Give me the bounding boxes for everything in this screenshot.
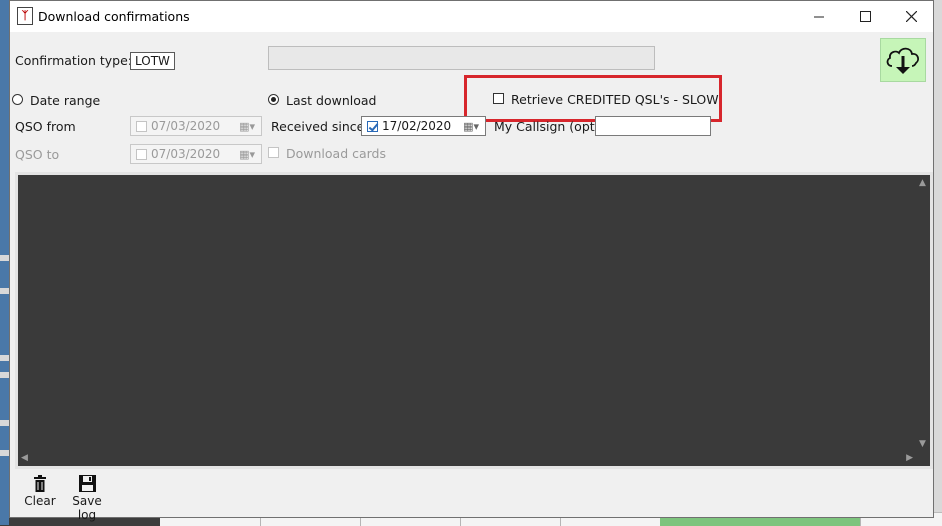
retrieve-credited-label: Retrieve CREDITED QSL's - SLOW bbox=[511, 92, 719, 107]
scroll-up-arrow-icon[interactable]: ▲ bbox=[919, 178, 926, 188]
floppy-disk-icon bbox=[78, 475, 96, 492]
close-button[interactable] bbox=[888, 1, 934, 32]
retrieve-credited-checkbox[interactable] bbox=[493, 93, 504, 104]
download-cards-checkbox[interactable] bbox=[268, 147, 279, 158]
last-download-label: Last download bbox=[286, 93, 377, 108]
log-output-area[interactable]: ▲ ▼ ◀ ▶ bbox=[15, 172, 933, 469]
qso-to-date-picker[interactable]: 07/03/2020 ▦▾ bbox=[130, 144, 262, 164]
date-range-radio[interactable] bbox=[12, 94, 23, 105]
download-cards-label: Download cards bbox=[286, 146, 387, 161]
qso-to-checkbox[interactable] bbox=[136, 149, 147, 160]
window-title: Download confirmations bbox=[38, 9, 190, 24]
confirmation-status-field bbox=[268, 46, 655, 70]
scroll-down-arrow-icon[interactable]: ▼ bbox=[919, 439, 926, 449]
close-icon bbox=[905, 10, 917, 23]
received-since-checkbox[interactable] bbox=[367, 121, 378, 132]
clear-label: Clear bbox=[24, 494, 56, 508]
received-since-date-picker[interactable]: 17/02/2020 ▦▾ bbox=[361, 116, 486, 136]
clear-button[interactable]: Clear bbox=[23, 475, 57, 508]
trash-icon bbox=[34, 475, 46, 492]
horizontal-scrollbar[interactable]: ◀ ▶ bbox=[18, 452, 916, 466]
date-range-label: Date range bbox=[30, 93, 101, 108]
bottom-toolbar: Clear Save log bbox=[15, 471, 933, 522]
confirmation-type-value[interactable]: LOTW bbox=[130, 52, 175, 70]
calendar-icon[interactable]: ▦▾ bbox=[239, 148, 255, 161]
received-since-value: 17/02/2020 bbox=[382, 119, 452, 133]
confirmation-type-label: Confirmation type: bbox=[15, 53, 132, 68]
qso-to-label: QSO to bbox=[15, 147, 60, 162]
title-bar[interactable]: ᛉ Download confirmations bbox=[10, 1, 933, 32]
cloud-download-icon bbox=[886, 47, 919, 74]
save-log-button[interactable]: Save log bbox=[63, 475, 111, 522]
background-app-left-edge bbox=[0, 0, 9, 525]
app-icon: ᛉ bbox=[17, 7, 33, 25]
background-app-right-edge bbox=[934, 0, 942, 525]
calendar-icon[interactable]: ▦▾ bbox=[463, 120, 479, 133]
scroll-left-arrow-icon[interactable]: ◀ bbox=[21, 453, 28, 463]
maximize-button[interactable] bbox=[842, 1, 888, 32]
qso-from-label: QSO from bbox=[15, 119, 76, 134]
save-log-label: Save log bbox=[72, 494, 102, 522]
maximize-icon bbox=[859, 11, 871, 22]
vertical-scrollbar[interactable]: ▲ ▼ bbox=[916, 175, 930, 452]
qso-from-value: 07/03/2020 bbox=[151, 119, 221, 133]
last-download-radio[interactable] bbox=[268, 94, 279, 105]
my-callsign-input[interactable] bbox=[595, 116, 711, 136]
received-since-label: Received since bbox=[271, 119, 365, 134]
my-callsign-label: My Callsign (opt) bbox=[494, 119, 600, 134]
minimize-icon bbox=[813, 16, 824, 18]
download-confirmations-dialog: ᛉ Download confirmations Confirmation ty… bbox=[9, 0, 934, 522]
calendar-icon[interactable]: ▦▾ bbox=[239, 120, 255, 133]
qso-from-checkbox[interactable] bbox=[136, 121, 147, 132]
scroll-right-arrow-icon[interactable]: ▶ bbox=[906, 453, 913, 463]
minimize-button[interactable] bbox=[796, 1, 842, 32]
qso-from-date-picker[interactable]: 07/03/2020 ▦▾ bbox=[130, 116, 262, 136]
qso-to-value: 07/03/2020 bbox=[151, 147, 221, 161]
download-button[interactable] bbox=[880, 38, 926, 82]
